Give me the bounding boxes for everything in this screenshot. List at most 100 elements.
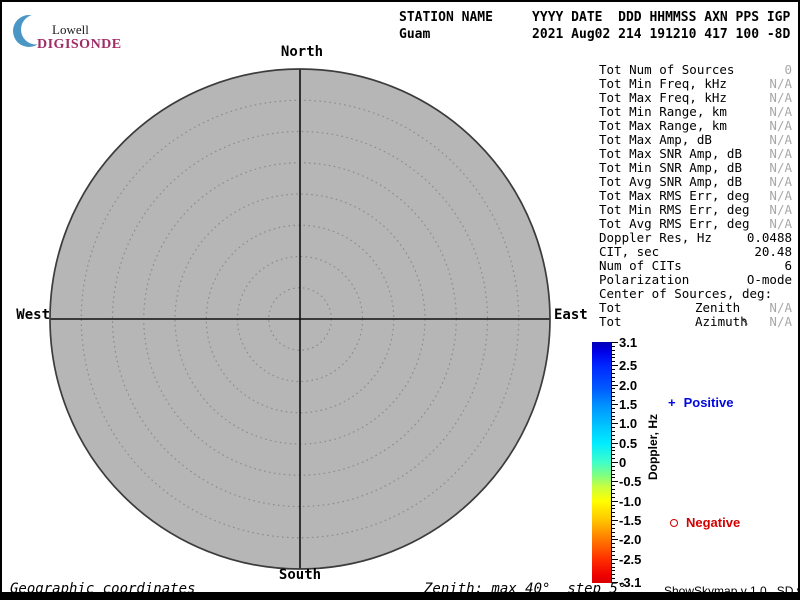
- stats-row: Tot Avg SNR Amp, dB N/A: [599, 175, 792, 189]
- colorbar-minor-tick: [611, 536, 615, 537]
- colorbar-tick-label: 1.5: [619, 397, 637, 412]
- colorbar-minor-tick: [611, 439, 615, 440]
- colorbar-minor-tick: [611, 388, 615, 389]
- colorbar-minor-tick: [611, 567, 615, 568]
- stats-value: N/A: [769, 119, 792, 133]
- colorbar-minor-tick: [611, 357, 615, 358]
- plus-icon: +: [668, 395, 676, 410]
- colorbar-minor-tick: [611, 419, 615, 420]
- colorbar-major-tick: [611, 385, 618, 386]
- stats-label: Tot: [599, 315, 622, 329]
- colorbar-minor-tick: [611, 447, 615, 448]
- stats-value: N/A: [769, 77, 792, 91]
- stats-value: N/A: [769, 133, 792, 147]
- colorbar-minor-tick: [611, 574, 615, 575]
- colorbar-minor-tick: [611, 532, 615, 533]
- colorbar-tick-label: -1.0: [619, 494, 641, 509]
- stats-label: Tot Max Amp, dB: [599, 133, 712, 147]
- stats-value: N/A: [769, 203, 792, 217]
- stats-value: N/A: [769, 161, 792, 175]
- colorbar-minor-tick: [611, 408, 615, 409]
- stats-label: Tot: [599, 301, 622, 315]
- stats-label: Center of Sources, deg:: [599, 287, 772, 301]
- stats-row: Tot Min RMS Err, degN/A: [599, 203, 792, 217]
- circle-icon: [670, 519, 678, 527]
- colorbar-minor-tick: [611, 361, 615, 362]
- colorbar-tick-label: 1.0: [619, 416, 637, 431]
- colorbar-tick-label: -2.5: [619, 552, 641, 567]
- stats-value: O-mode: [747, 273, 792, 287]
- colorbar-major-tick: [611, 365, 618, 366]
- stats-label: Doppler Res, Hz: [599, 231, 712, 245]
- stats-value: 0: [784, 63, 792, 77]
- stats-row: Tot Min SNR Amp, dB N/A: [599, 161, 792, 175]
- colorbar-minor-tick: [611, 485, 615, 486]
- colorbar-minor-tick: [611, 466, 615, 467]
- colorbar-minor-tick: [611, 555, 615, 556]
- colorbar-minor-tick: [611, 431, 615, 432]
- colorbar-major-tick: [611, 342, 618, 343]
- stats-label: CIT, sec: [599, 245, 659, 259]
- logo-lowell-text: Lowell: [52, 22, 89, 38]
- colorbar-minor-tick: [611, 373, 615, 374]
- colorbar-tick-label: -2.0: [619, 532, 641, 547]
- colorbar-minor-tick: [611, 381, 615, 382]
- stats-value: 20.48: [754, 245, 792, 259]
- colorbar-minor-tick: [611, 450, 615, 451]
- stats-value: N/A: [769, 105, 792, 119]
- stats-value: N/A: [769, 189, 792, 203]
- stats-row: Tot Max Freq, kHzN/A: [599, 91, 792, 105]
- doppler-colorbar: [592, 342, 611, 583]
- colorbar-tick-label: -1.5: [619, 513, 641, 528]
- stats-mid-label: Zenith: [695, 301, 740, 315]
- stats-row: Center of Sources, deg:: [599, 287, 792, 301]
- colorbar-minor-tick: [611, 543, 615, 544]
- stats-value: N/A: [769, 217, 792, 231]
- colorbar-minor-tick: [611, 477, 615, 478]
- stats-row: Tot Max RMS Err, degN/A: [599, 189, 792, 203]
- colorbar-tick-label: 2.0: [619, 378, 637, 393]
- colorbar-minor-tick: [611, 508, 615, 509]
- colorbar-tick-label: 2.5: [619, 358, 637, 373]
- header-field-values: Guam 2021 Aug02 214 191210 417 100 -8D: [399, 26, 790, 43]
- colorbar-minor-tick: [611, 412, 615, 413]
- colorbar-major-tick: [611, 462, 618, 463]
- stats-label: Tot Max Range, km: [599, 119, 727, 133]
- stats-label: Tot Avg SNR Amp, dB: [599, 175, 742, 189]
- stats-row: Tot Max SNR Amp, dB N/A: [599, 147, 792, 161]
- colorbar-minor-tick: [611, 400, 615, 401]
- stats-row: Tot Avg RMS Err, degN/A: [599, 217, 792, 231]
- positive-label: Positive: [684, 395, 734, 410]
- stats-label: Tot Max SNR Amp, dB: [599, 147, 742, 161]
- positive-doppler-legend: + Positive: [668, 395, 733, 410]
- stats-row: Tot Num of Sources 0: [599, 63, 792, 77]
- colorbar-major-tick: [611, 501, 618, 502]
- colorbar-minor-tick: [611, 396, 615, 397]
- colorbar-minor-tick: [611, 516, 615, 517]
- colorbar-tick-label: -0.5: [619, 474, 641, 489]
- stats-value: N/A: [769, 175, 792, 189]
- colorbar-minor-tick: [611, 505, 615, 506]
- stats-value: N/A: [769, 147, 792, 161]
- colorbar-minor-tick: [611, 354, 615, 355]
- stats-value: N/A: [769, 315, 792, 329]
- stats-row: Tot Max Range, km N/A: [599, 119, 792, 133]
- colorbar-minor-tick: [611, 578, 615, 579]
- stats-row: Doppler Res, Hz0.0488: [599, 231, 792, 245]
- lowell-digisonde-logo: Lowell DIGISONDE: [10, 10, 140, 52]
- stats-label: Tot Min Freq, kHz: [599, 77, 727, 91]
- colorbar-minor-tick: [611, 497, 615, 498]
- colorbar-minor-tick: [611, 570, 615, 571]
- stats-row: Tot Min Freq, kHz N/A: [599, 77, 792, 91]
- logo-digisonde-text: DIGISONDE: [37, 37, 122, 53]
- stats-panel: Tot Num of Sources0Tot Min Freq, kHzN/AT…: [599, 63, 792, 329]
- colorbar-minor-tick: [611, 454, 615, 455]
- skymap-window: Lowell DIGISONDE STATION NAME YYYY DATE …: [0, 0, 800, 600]
- colorbar-minor-tick: [611, 416, 615, 417]
- colorbar-tick-label: 3.1: [619, 335, 637, 350]
- stats-label: Tot Num of Sources: [599, 63, 734, 77]
- colorbar-major-tick: [611, 520, 618, 521]
- bottom-border-bar: [2, 592, 798, 598]
- stats-label: Tot Min SNR Amp, dB: [599, 161, 742, 175]
- compass-north-label: North: [270, 44, 334, 60]
